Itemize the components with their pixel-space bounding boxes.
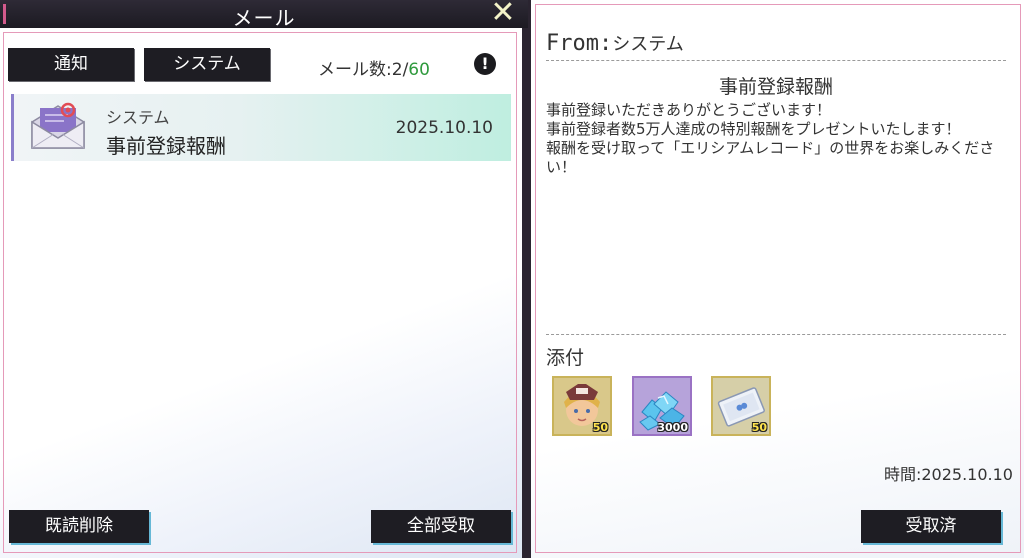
info-icon[interactable]: !	[474, 53, 496, 75]
mail-list-item[interactable]: システム 事前登録報酬 2025.10.10	[11, 94, 511, 161]
message-title: 事前登録報酬	[718, 76, 833, 98]
attachment-item[interactable]: 50	[711, 376, 771, 436]
mail-list-panel: 通知 システム メール数:2/60 ! システム 事前登録報酬 2025.10.…	[0, 28, 522, 558]
mail-date: 2025.10.10	[395, 118, 493, 138]
envelope-icon	[31, 102, 85, 149]
from-line: From:システム	[546, 30, 684, 56]
message-line: 報酬を受け取って「エリシアムレコード」の世界をお楽しみください！	[546, 139, 995, 176]
title-bar: メール	[0, 0, 528, 30]
mail-subject: 事前登録報酬	[106, 134, 226, 158]
divider	[546, 334, 1006, 335]
received-button[interactable]: 受取済	[861, 510, 1001, 543]
tab-system[interactable]: システム	[144, 48, 270, 81]
message-line: 事前登録者数5万人達成の特別報酬をプレゼントいたします！	[546, 120, 961, 138]
receive-all-button[interactable]: 全部受取	[371, 510, 511, 543]
mail-detail-panel: From:システム 事前登録報酬 事前登録いただきありがとうございます！ 事前登…	[531, 0, 1024, 558]
received-time: 時間:2025.10.10	[883, 465, 1013, 484]
attachment-quantity: 50	[592, 421, 608, 434]
attachment-item[interactable]: 50	[552, 376, 612, 436]
window-title: メール	[232, 6, 296, 30]
mail-count: メール数:2/60	[318, 55, 430, 80]
attachment-quantity: 3000	[657, 421, 688, 434]
delete-read-button[interactable]: 既読削除	[9, 510, 149, 543]
message-line: 事前登録いただきありがとうございます！	[546, 101, 832, 119]
mail-count-label: メール数:	[318, 60, 392, 80]
mail-sender: システム	[106, 108, 170, 127]
close-x-icon[interactable]: ✕	[488, 0, 518, 28]
attachments-label: 添付	[546, 347, 585, 369]
mail-count-max: 60	[408, 60, 430, 80]
divider	[546, 60, 1006, 61]
message-body: 事前登録いただきありがとうございます！ 事前登録者数5万人達成の特別報酬をプレゼ…	[546, 101, 1012, 177]
from-label: From:	[546, 31, 613, 56]
tab-notice[interactable]: 通知	[8, 48, 134, 81]
attachment-item[interactable]: 3000	[632, 376, 692, 436]
attachment-quantity: 50	[751, 421, 767, 434]
from-value: システム	[612, 34, 684, 55]
mail-count-current: 2	[391, 60, 403, 80]
